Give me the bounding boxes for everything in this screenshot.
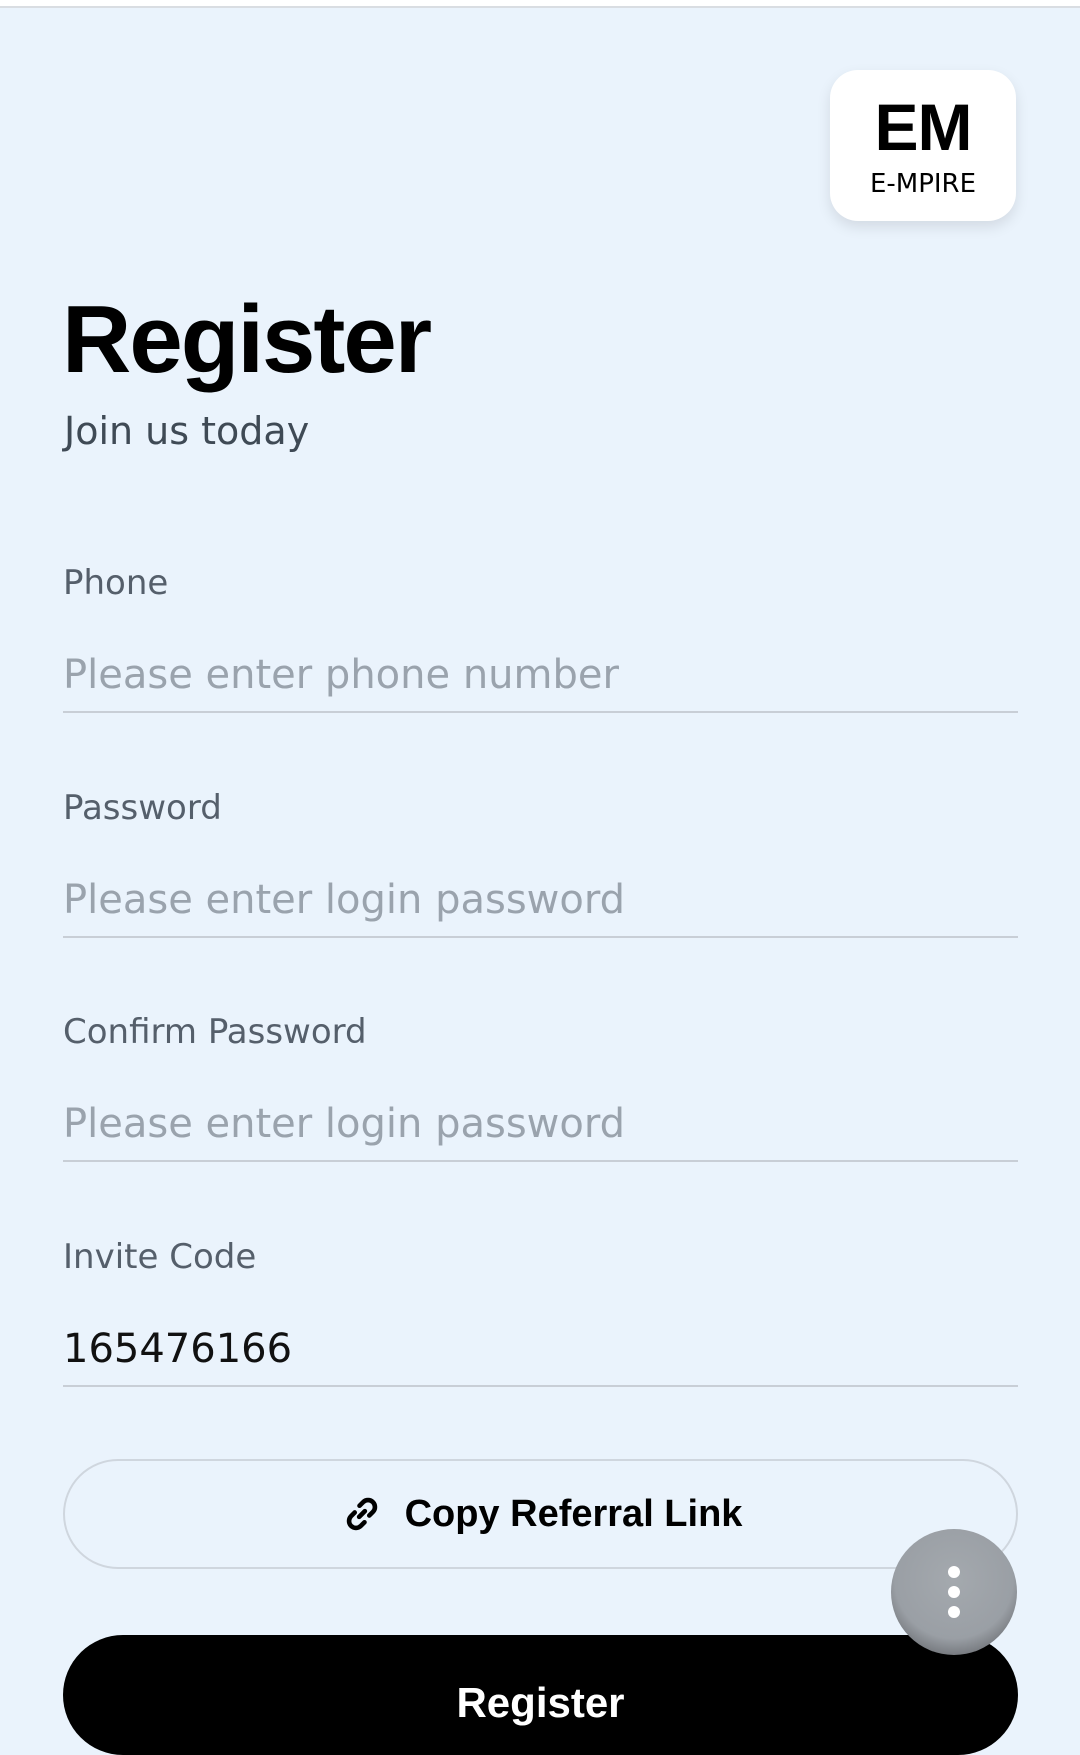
page-title: Register — [62, 286, 432, 393]
invite-code-label: Invite Code — [63, 1237, 257, 1277]
top-status-strip — [0, 0, 1080, 8]
password-underline — [63, 936, 1018, 938]
confirm-password-field-group: Confirm Password — [63, 1012, 1018, 1162]
more-options-button[interactable] — [891, 1529, 1017, 1655]
password-input[interactable] — [63, 870, 1018, 930]
brand-logo: EM E-MPIRE — [830, 70, 1016, 221]
phone-underline — [63, 711, 1018, 713]
logo-wordmark: E-MPIRE — [869, 168, 977, 199]
copy-referral-link-button[interactable]: Copy Referral Link — [63, 1459, 1018, 1569]
page-subtitle: Join us today — [64, 409, 310, 453]
password-field-group: Password — [63, 788, 1018, 938]
confirm-password-underline — [63, 1160, 1018, 1162]
phone-label: Phone — [63, 563, 169, 603]
link-icon — [346, 1497, 377, 1531]
password-label: Password — [63, 788, 222, 828]
phone-field-group: Phone — [63, 563, 1018, 713]
logo-mark: EM — [874, 89, 973, 164]
invite-code-underline — [63, 1385, 1018, 1387]
register-button-label: Register — [456, 1679, 625, 1726]
more-vertical-icon — [948, 1566, 960, 1618]
phone-input[interactable] — [63, 645, 1018, 705]
confirm-password-label: Confirm Password — [63, 1012, 367, 1052]
confirm-password-input[interactable] — [63, 1094, 1018, 1154]
register-button[interactable]: Register — [63, 1635, 1018, 1755]
invite-code-field-group: Invite Code — [63, 1237, 1018, 1387]
invite-code-input[interactable] — [63, 1319, 1018, 1379]
copy-referral-link-label: Copy Referral Link — [404, 1492, 743, 1535]
